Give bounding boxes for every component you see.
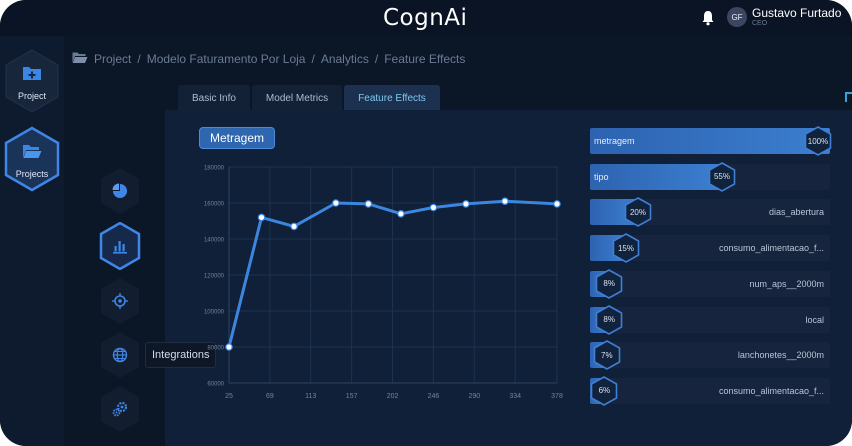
data-point (225, 343, 233, 351)
importance-percent-badge: 7% (593, 340, 621, 371)
importance-row[interactable]: consumo_alimentacao_f... 6% (590, 375, 830, 406)
x-tick-label: 334 (509, 393, 521, 400)
breadcrumb: Project / Modelo Faturamento Por Loja / … (72, 50, 465, 68)
sidebar-item-project[interactable]: Project (3, 48, 61, 114)
breadcrumb-item[interactable]: Analytics (321, 52, 369, 66)
importance-feature-name: consumo_alimentacao_f... (718, 243, 824, 254)
y-tick-label: 120000 (204, 274, 225, 280)
data-point (364, 200, 373, 208)
feature-title: Metragem (199, 127, 276, 149)
breadcrumb-item-current: Feature Effects (384, 52, 466, 66)
y-tick-label: 60000 (207, 382, 224, 388)
x-tick-label: 202 (387, 393, 399, 400)
breadcrumb-separator: / (311, 52, 315, 66)
breadcrumb-item[interactable]: Modelo Faturamento Por Loja (147, 52, 306, 66)
user-name[interactable]: Gustavo Furtado (752, 6, 841, 20)
globe-icon (112, 347, 128, 363)
tab-bar: Basic Info Model Metrics Feature Effects (178, 85, 442, 111)
folder-open-icon (72, 51, 88, 67)
bell-icon[interactable] (701, 10, 715, 26)
y-tick-label: 140000 (204, 238, 225, 244)
sidebar-item-label: Projects (15, 169, 49, 179)
app-frame: CognAi GF Gustavo Furtado CEO Project Pr… (0, 0, 852, 446)
data-point (332, 199, 340, 207)
x-tick-label: 113 (305, 393, 316, 400)
subnav-item-target[interactable] (99, 277, 141, 325)
importance-percent-label: 15% (617, 243, 634, 253)
breadcrumb-separator: / (137, 52, 141, 66)
importance-percent-label: 7% (601, 350, 613, 360)
x-tick-label: 25 (225, 393, 233, 400)
importance-percent-label: 8% (603, 315, 615, 324)
importance-percent-label: 20% (629, 207, 646, 217)
y-tick-label: 80000 (207, 346, 224, 352)
importance-row[interactable]: local 8% (590, 304, 830, 335)
data-point (397, 209, 405, 218)
importance-percent-badge: 8% (595, 268, 623, 299)
feature-effect-chart: 60000 80000 100000 120000 140000 160000 180000… (204, 166, 563, 401)
importance-row[interactable]: num_aps__2000m 8% (590, 268, 830, 299)
importance-percent-badge: 15% (612, 233, 640, 264)
breadcrumb-item[interactable]: Project (94, 52, 131, 66)
sidebar: Project Projects (0, 36, 64, 446)
user-role: CEO (752, 20, 768, 27)
data-point (553, 200, 561, 208)
importance-feature-name: tipo (594, 171, 609, 182)
importance-feature-name: local (805, 314, 824, 325)
importance-feature-name: lanchonetes__2000m (737, 350, 824, 361)
subnav-item-bar-chart[interactable] (99, 222, 141, 270)
importance-feature-name: num_aps__2000m (749, 278, 824, 289)
data-point (462, 200, 470, 208)
tab-basic-info[interactable]: Basic Info (178, 85, 250, 111)
bar-chart-icon (112, 238, 128, 254)
x-tick-label: 157 (346, 393, 358, 400)
x-tick-label: 378 (551, 393, 563, 400)
y-tick-label: 160000 (204, 202, 225, 208)
y-tick-label: 180000 (204, 166, 225, 172)
sidebar-item-projects[interactable]: Projects (3, 126, 61, 192)
importance-percent-badge: 8% (595, 304, 623, 335)
importance-row[interactable]: tipo 55% (590, 161, 830, 192)
app-logo: CognAi (383, 5, 468, 31)
importance-percent-label: 55% (713, 172, 730, 182)
tab-model-metrics[interactable]: Model Metrics (251, 85, 343, 111)
importance-percent-badge: 6% (590, 375, 618, 406)
subnav-item-integrations[interactable] (99, 331, 141, 379)
x-tick-label: 69 (266, 393, 274, 400)
x-tick-label: 246 (428, 393, 440, 400)
importance-bar (590, 163, 722, 190)
data-point (501, 197, 509, 206)
importance-percent-badge: 55% (708, 161, 736, 192)
importance-percent-label: 100% (807, 136, 829, 146)
pie-chart-icon (112, 183, 128, 199)
sidebar-item-label: Project (17, 91, 46, 101)
data-point (290, 222, 298, 231)
importance-row[interactable]: metragem 100% (590, 126, 832, 156)
importance-percent-label: 6% (598, 386, 611, 396)
importance-feature-name: dias_abertura (768, 207, 824, 218)
x-tick-label: 290 (468, 393, 480, 400)
tab-feature-effects[interactable]: Feature Effects (344, 85, 440, 111)
gears-icon (112, 401, 128, 417)
breadcrumb-separator: / (374, 52, 379, 66)
fullscreen-icon[interactable] (845, 92, 852, 102)
importance-row[interactable]: dias_abertura 20% (590, 197, 830, 228)
importance-row[interactable]: lanchonetes__2000m 7% (590, 340, 830, 371)
importance-feature-name: consumo_alimentacao_f... (718, 385, 824, 396)
crosshair-icon (112, 293, 128, 309)
subnav-item-pie-chart[interactable] (99, 167, 141, 215)
importance-percent-label: 8% (603, 279, 615, 289)
subnav-item-settings[interactable] (99, 385, 141, 433)
y-tick-label: 100000 (204, 310, 225, 316)
folder-open-icon (22, 142, 42, 160)
data-point (257, 213, 266, 222)
avatar[interactable]: GF (727, 7, 747, 27)
importance-percent-badge: 100% (804, 126, 832, 156)
importance-percent-badge: 20% (624, 197, 652, 228)
data-point (429, 203, 438, 212)
importance-feature-name: metragem (594, 136, 635, 146)
folder-plus-icon (22, 64, 42, 82)
top-bar: CognAi GF Gustavo Furtado CEO (0, 0, 852, 36)
importance-row[interactable]: consumo_alimentacao_f... 15% (590, 233, 830, 264)
